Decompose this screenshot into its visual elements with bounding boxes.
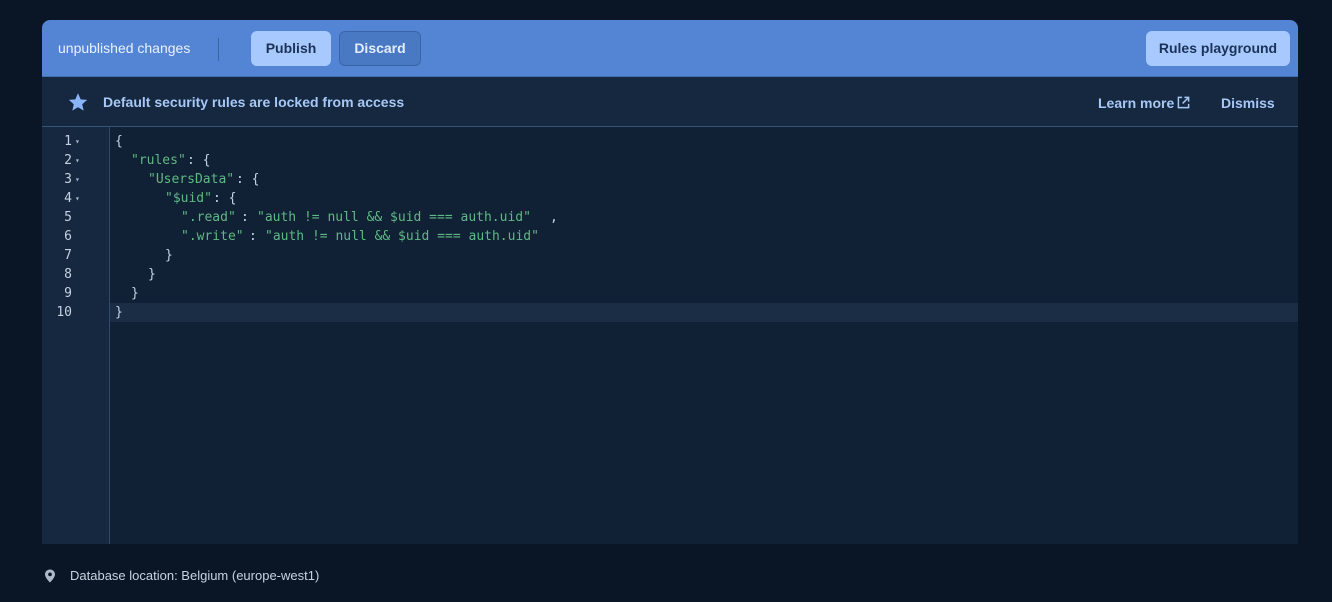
line-number: 2 xyxy=(64,153,72,168)
code-punctuation: : { xyxy=(187,153,211,168)
code-punctuation: : { xyxy=(213,191,237,206)
line-number: 1 xyxy=(64,134,72,149)
fold-arrow-icon[interactable]: ▾ xyxy=(75,189,80,208)
gutter-row[interactable]: 1 ▾ xyxy=(42,132,109,151)
gutter-row: 7 xyxy=(42,246,109,265)
code-line[interactable]: "$uid" : { xyxy=(110,189,1298,208)
code-line[interactable]: "UsersData" : { xyxy=(110,170,1298,189)
line-number: 9 xyxy=(64,286,72,301)
line-number: 4 xyxy=(64,191,72,206)
code-brace: } xyxy=(165,248,173,263)
gutter-row[interactable]: 4 ▾ xyxy=(42,189,109,208)
code-key: ".write" xyxy=(181,229,244,244)
gutter-row: 9 xyxy=(42,284,109,303)
code-line-active[interactable]: } xyxy=(110,303,1298,322)
fold-arrow-icon[interactable]: ▾ xyxy=(75,151,80,170)
code-line[interactable]: } xyxy=(110,246,1298,265)
line-number: 10 xyxy=(56,305,72,320)
code-punctuation: : { xyxy=(236,172,260,187)
code-line[interactable]: { xyxy=(110,132,1298,151)
fold-arrow-icon[interactable]: ▾ xyxy=(75,170,80,189)
code-line[interactable]: "rules" : { xyxy=(110,151,1298,170)
rules-playground-button[interactable]: Rules playground xyxy=(1146,31,1290,66)
code-punctuation: : xyxy=(249,229,257,244)
code-key: "rules" xyxy=(131,153,186,168)
rules-toolbar: unpublished changes Publish Discard Rule… xyxy=(42,20,1298,77)
code-punctuation: , xyxy=(550,210,558,225)
learn-more-label: Learn more xyxy=(1098,95,1175,111)
code-line[interactable]: } xyxy=(110,265,1298,284)
gutter-row: 10 xyxy=(42,303,109,322)
toolbar-divider xyxy=(218,38,219,61)
dismiss-button[interactable]: Dismiss xyxy=(1221,95,1275,111)
code-line[interactable]: } xyxy=(110,284,1298,303)
unpublished-status: unpublished changes xyxy=(58,40,191,56)
gutter-row: 8 xyxy=(42,265,109,284)
code-string: "auth != null && $uid === auth.uid" xyxy=(257,210,531,225)
code-editor[interactable]: 1 ▾ 2 ▾ 3 ▾ 4 ▾ 5 6 7 8 9 10 { "rules" : { xyxy=(42,127,1298,544)
code-brace: } xyxy=(131,286,139,301)
gutter-row[interactable]: 3 ▾ xyxy=(42,170,109,189)
line-number: 3 xyxy=(64,172,72,187)
security-banner: Default security rules are locked from a… xyxy=(42,77,1298,127)
code-string: "auth != null && $uid === auth.uid" xyxy=(265,229,539,244)
code-key: "UsersData" xyxy=(148,172,235,187)
gutter-row: 6 xyxy=(42,227,109,246)
code-punctuation: : xyxy=(241,210,249,225)
code-area[interactable]: { "rules" : { "UsersData" : { "$uid" : {… xyxy=(110,127,1298,544)
star-icon xyxy=(68,93,88,111)
fold-arrow-icon[interactable]: ▾ xyxy=(75,132,80,151)
line-number: 7 xyxy=(64,248,72,263)
gutter-row[interactable]: 2 ▾ xyxy=(42,151,109,170)
banner-message: Default security rules are locked from a… xyxy=(103,94,405,110)
discard-button[interactable]: Discard xyxy=(339,31,421,66)
line-number: 8 xyxy=(64,267,72,282)
line-number: 6 xyxy=(64,229,72,244)
location-pin-icon xyxy=(45,569,55,583)
code-brace: } xyxy=(148,267,156,282)
code-line[interactable]: ".read" : "auth != null && $uid === auth… xyxy=(110,208,1298,227)
rules-editor-page: unpublished changes Publish Discard Rule… xyxy=(0,0,1332,602)
learn-more-link[interactable]: Learn more xyxy=(1098,95,1190,111)
code-key: "$uid" xyxy=(165,191,212,206)
code-brace: { xyxy=(115,134,123,149)
line-number: 5 xyxy=(64,210,72,225)
gutter-row: 5 xyxy=(42,208,109,227)
code-key: ".read" xyxy=(181,210,236,225)
code-brace: } xyxy=(115,305,123,320)
external-link-icon xyxy=(1177,96,1190,109)
rules-panel: unpublished changes Publish Discard Rule… xyxy=(42,20,1298,544)
line-gutter: 1 ▾ 2 ▾ 3 ▾ 4 ▾ 5 6 7 8 9 10 xyxy=(42,127,110,544)
code-line[interactable]: ".write" : "auth != null && $uid === aut… xyxy=(110,227,1298,246)
publish-button[interactable]: Publish xyxy=(251,31,331,66)
database-location-text: Database location: Belgium (europe-west1… xyxy=(70,568,320,583)
